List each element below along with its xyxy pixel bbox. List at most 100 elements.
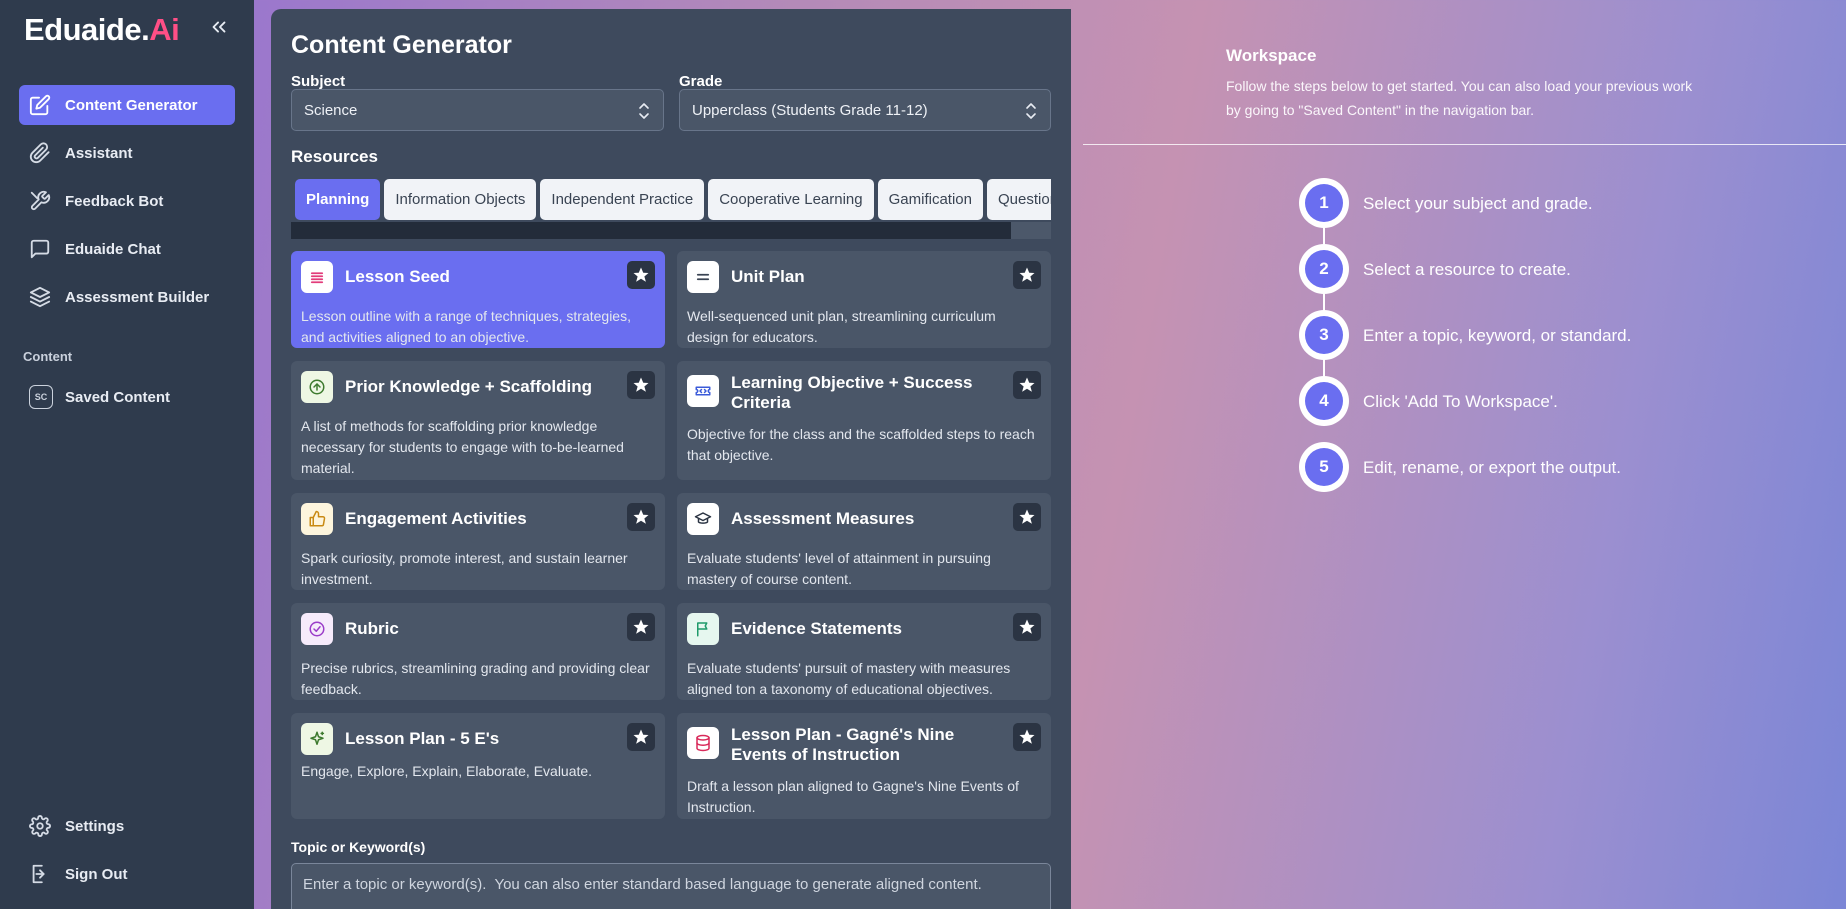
step-number: 5: [1305, 448, 1343, 486]
step-number-badge: 4: [1299, 376, 1349, 426]
tab-gamification[interactable]: Gamification: [877, 179, 983, 220]
tab-information-objects[interactable]: Information Objects: [384, 179, 537, 220]
nav-eduaide-chat[interactable]: Eduaide Chat: [19, 229, 235, 269]
card-desc: Draft a lesson plan aligned to Gagne's N…: [687, 778, 1019, 815]
subject-label: Subject: [291, 73, 346, 90]
step-item: 1 Select your subject and grade.: [1299, 178, 1799, 228]
nav-settings[interactable]: Settings: [19, 806, 235, 846]
step-text: Edit, rename, or export the output.: [1363, 458, 1621, 477]
edit-icon: [29, 94, 51, 116]
card-desc: Well-sequenced unit plan, streamlining c…: [687, 308, 996, 345]
collapse-sidebar-icon[interactable]: [208, 16, 230, 38]
star-icon[interactable]: [627, 503, 655, 531]
card-title: Engagement Activities: [345, 509, 527, 528]
tabs-scrollbar-thumb[interactable]: [291, 222, 1011, 239]
check-circle-icon: [301, 613, 333, 645]
card-lesson-seed[interactable]: Lesson Seed Lesson outline with a range …: [291, 251, 665, 348]
star-icon[interactable]: [1013, 613, 1041, 641]
tab-independent-practice[interactable]: Independent Practice: [540, 179, 705, 220]
card-desc: Engage, Explore, Explain, Elaborate, Eva…: [301, 763, 593, 779]
card-title: Rubric: [345, 619, 399, 638]
nav-label: Content Generator: [65, 96, 198, 114]
chevron-updown-icon: [639, 103, 649, 119]
card-desc: Lesson outline with a range of technique…: [301, 308, 631, 345]
step-number-badge: 5: [1299, 442, 1349, 492]
card-evidence-statements[interactable]: Evidence Statements Evaluate students' p…: [677, 603, 1051, 700]
database-icon: [687, 727, 719, 759]
card-engagement-activities[interactable]: Engagement Activities Spark curiosity, p…: [291, 493, 665, 590]
card-title: Unit Plan: [731, 267, 805, 286]
star-icon[interactable]: [627, 371, 655, 399]
nav-assessment-builder[interactable]: Assessment Builder: [19, 277, 235, 317]
workspace-divider: [1083, 144, 1846, 145]
topic-input[interactable]: [291, 863, 1051, 909]
graduation-cap-icon: [687, 503, 719, 535]
tab-cooperative-learning[interactable]: Cooperative Learning: [708, 179, 874, 220]
card-desc: Evaluate students' level of attainment i…: [687, 550, 991, 587]
step-text: Click 'Add To Workspace'.: [1363, 392, 1558, 411]
brand-name: Eduaide.: [24, 12, 150, 47]
tools-icon: [30, 190, 51, 211]
workspace-title: Workspace: [1226, 46, 1317, 65]
step-text: Enter a topic, keyword, or standard.: [1363, 326, 1632, 345]
layers-icon: [29, 286, 51, 308]
tab-planning[interactable]: Planning: [295, 179, 381, 220]
grade-label: Grade: [679, 73, 723, 90]
card-title: Learning Objective + Success Criteria: [731, 373, 973, 412]
step-item: 3 Enter a topic, keyword, or standard.: [1299, 310, 1799, 360]
star-icon[interactable]: [627, 723, 655, 751]
arrow-up-circle-icon: [301, 371, 333, 403]
card-assessment-measures[interactable]: Assessment Measures Evaluate students' l…: [677, 493, 1051, 590]
nav-label: Assistant: [65, 144, 133, 162]
nav-assistant[interactable]: Assistant: [19, 133, 235, 173]
card-unit-plan[interactable]: Unit Plan Well-sequenced unit plan, stre…: [677, 251, 1051, 348]
card-title: Lesson Plan - 5 E's: [345, 729, 500, 748]
tab-questions[interactable]: Questions: [987, 179, 1051, 220]
star-icon[interactable]: [1013, 723, 1041, 751]
saved-nav: SC Saved Content: [19, 377, 235, 425]
card-title: Evidence Statements: [731, 619, 903, 638]
nav-label: Saved Content: [65, 388, 171, 406]
nav-saved-content[interactable]: SC Saved Content: [19, 377, 235, 417]
tabs-scrollbar[interactable]: [291, 222, 1051, 239]
card-learning-objective[interactable]: Learning Objective + Success Criteria Ob…: [677, 361, 1051, 480]
nav-label: Assessment Builder: [65, 288, 210, 306]
card-desc: A list of methods for scaffolding prior …: [301, 418, 624, 476]
nav-label: Sign Out: [65, 865, 128, 883]
resource-tabs: Planning Information Objects Independent…: [291, 179, 1051, 221]
saved-content-badge: SC: [29, 385, 53, 409]
ticket-icon: [687, 375, 719, 407]
subject-select[interactable]: Science: [291, 89, 664, 131]
step-text: Select a resource to create.: [1363, 260, 1571, 279]
card-desc: Spark curiosity, promote interest, and s…: [301, 550, 628, 587]
main-nav: Content Generator Assistant Feedback Bot…: [19, 85, 235, 325]
sidebar: Eduaide.Ai Content Generator Assistant F…: [0, 0, 254, 909]
gear-icon: [29, 815, 51, 837]
nav-label: Feedback Bot: [65, 192, 164, 210]
nav-feedback-bot[interactable]: Feedback Bot: [19, 181, 235, 221]
star-icon[interactable]: [1013, 503, 1041, 531]
star-icon[interactable]: [1013, 261, 1041, 289]
nav-content-generator[interactable]: Content Generator: [19, 85, 235, 125]
card-prior-knowledge[interactable]: Prior Knowledge + Scaffolding A list of …: [291, 361, 665, 480]
brand-suffix: Ai: [149, 12, 180, 47]
resources-label: Resources: [291, 147, 378, 166]
brand-logo[interactable]: Eduaide.Ai: [24, 12, 180, 48]
card-rubric[interactable]: Rubric Precise rubrics, streamlining gra…: [291, 603, 665, 700]
card-lesson-plan-5e[interactable]: Lesson Plan - 5 E's Engage, Explore, Exp…: [291, 713, 665, 819]
workspace-description: Follow the steps below to get started. Y…: [1226, 78, 1693, 118]
card-desc: Precise rubrics, streamlining grading an…: [301, 660, 650, 697]
chevron-updown-icon: [1026, 103, 1036, 119]
flag-icon: [687, 613, 719, 645]
star-icon[interactable]: [627, 261, 655, 289]
star-icon[interactable]: [627, 613, 655, 641]
star-icon[interactable]: [1013, 371, 1041, 399]
step-number: 4: [1305, 382, 1343, 420]
card-desc: Evaluate students' pursuit of mastery wi…: [687, 660, 1011, 697]
card-lesson-plan-gagne[interactable]: Lesson Plan - Gagné's Nine Events of Ins…: [677, 713, 1051, 819]
section-label-content: Content: [23, 349, 73, 364]
card-title: Assessment Measures: [731, 509, 915, 528]
grade-select[interactable]: Upperclass (Students Grade 11-12): [679, 89, 1051, 131]
step-number: 3: [1305, 316, 1343, 354]
nav-sign-out[interactable]: Sign Out: [19, 854, 235, 894]
